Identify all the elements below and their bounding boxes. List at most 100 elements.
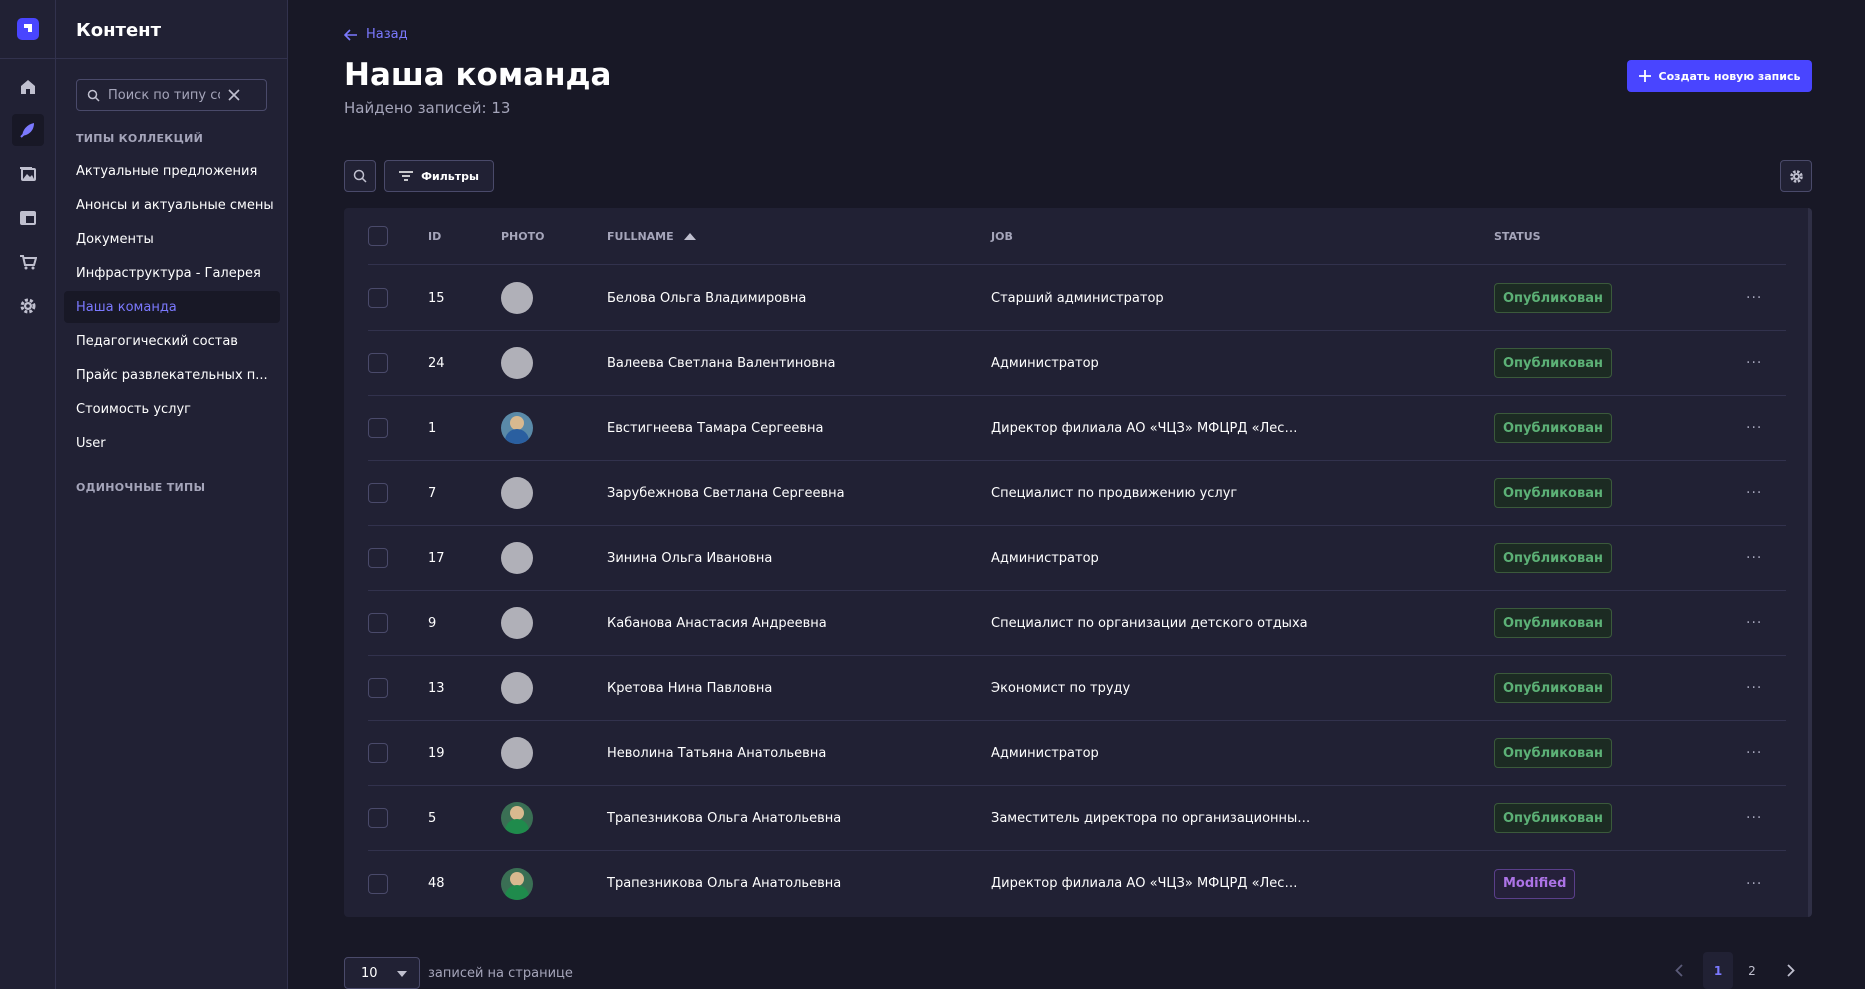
content-type-builder-nav-button[interactable]	[12, 202, 44, 234]
column-header-id[interactable]: ID	[428, 208, 441, 264]
avatar	[501, 282, 533, 314]
sidebar-item-user[interactable]: User	[64, 427, 280, 459]
sidebar-item-service-cost[interactable]: Стоимость услуг	[64, 393, 280, 425]
status-badge: Modified	[1494, 868, 1576, 899]
page-title: Наша команда	[344, 57, 612, 93]
table-row[interactable]: 5 Трапезникова Ольга Анатольевна Заместите…	[368, 786, 1786, 851]
sidebar-item-teachers[interactable]: Педагогический состав	[64, 325, 280, 357]
row-select-cell	[368, 396, 388, 460]
create-entry-button[interactable]: Создать новую запись	[1627, 60, 1812, 92]
row-photo-cell	[501, 266, 533, 330]
sidebar-item-gallery[interactable]: Инфраструктура - Галерея	[64, 257, 280, 289]
row-photo-cell	[501, 331, 533, 395]
row-actions-button[interactable]: ···	[1746, 266, 1762, 330]
row-select-cell	[368, 656, 388, 720]
sidebar-item-announcements[interactable]: Анонсы и актуальные смены	[64, 189, 280, 221]
content-manager-nav-button[interactable]	[12, 114, 44, 146]
row-fullname: Кабанова Анастасия Андреевна	[607, 615, 827, 631]
back-link[interactable]: Назад	[344, 27, 408, 42]
row-status-cell: Опубликован	[1494, 591, 1612, 655]
table-row[interactable]: 15 Белова Ольга Владимировна Старший админ…	[368, 266, 1786, 331]
home-nav-button[interactable]	[12, 71, 44, 103]
table-row[interactable]: 1 Евстигнеева Тамара Сергеевна Директор фи…	[368, 396, 1786, 461]
row-photo-cell	[501, 786, 533, 850]
row-actions-button[interactable]: ···	[1746, 656, 1762, 720]
page-size-label: записей на странице	[428, 966, 573, 981]
page-size-select[interactable]: 10	[344, 957, 420, 989]
row-fullname: Трапезникова Ольга Анатольевна	[607, 810, 842, 826]
page-1-button[interactable]: 1	[1703, 952, 1733, 989]
page-2-button[interactable]: 2	[1737, 952, 1767, 989]
table-settings-button[interactable]	[1780, 160, 1812, 192]
plus-icon	[1638, 70, 1651, 82]
table-row[interactable]: 24 Валеева Светлана Валентиновна Администр…	[368, 331, 1786, 396]
search-icon	[353, 169, 367, 183]
sidebar-item-price-list[interactable]: Прайс развлекательных п...	[64, 359, 280, 391]
row-job: Старший администратор	[991, 290, 1164, 306]
row-id: 48	[428, 876, 445, 891]
chevron-left-icon	[1675, 964, 1683, 977]
table-row[interactable]: 48 Трапезникова Ольга Анатольевна Директор…	[368, 851, 1786, 916]
row-checkbox[interactable]	[368, 548, 388, 568]
row-fullname: Кретова Нина Павловна	[607, 680, 773, 696]
row-job: Специалист по организации детского отдых…	[991, 615, 1308, 631]
row-checkbox[interactable]	[368, 808, 388, 828]
column-header-job[interactable]: JOB	[991, 208, 1013, 264]
column-header-status[interactable]: STATUS	[1494, 208, 1541, 264]
sidebar-item-team[interactable]: Наша команда	[64, 291, 280, 323]
table-row[interactable]: 9 Кабанова Анастасия Андреевна Специалист …	[368, 591, 1786, 656]
row-checkbox[interactable]	[368, 418, 388, 438]
row-checkbox[interactable]	[368, 353, 388, 373]
row-actions-button[interactable]: ···	[1746, 461, 1762, 525]
row-checkbox[interactable]	[368, 613, 388, 633]
filters-button[interactable]: Фильтры	[384, 160, 494, 192]
column-header-fullname-label: FULLNAME	[607, 229, 674, 243]
row-status-cell: Опубликован	[1494, 526, 1612, 590]
row-actions-button[interactable]: ···	[1746, 331, 1762, 395]
row-select-cell	[368, 526, 388, 590]
row-checkbox[interactable]	[368, 678, 388, 698]
row-photo-cell	[501, 526, 533, 590]
table-row[interactable]: 19 Неволина Татьяна Анатольевна Администра…	[368, 721, 1786, 786]
row-status-cell: Опубликован	[1494, 461, 1612, 525]
row-id: 17	[428, 550, 445, 566]
row-fullname: Евстигнеева Тамара Сергеевна	[607, 420, 824, 436]
next-page-button[interactable]	[1776, 952, 1806, 989]
clear-search-icon[interactable]	[228, 89, 240, 101]
sidebar-item-documents[interactable]: Документы	[64, 223, 280, 255]
previous-page-button[interactable]	[1664, 952, 1694, 989]
row-actions-button[interactable]: ···	[1746, 396, 1762, 460]
row-checkbox[interactable]	[368, 743, 388, 763]
app-logo-icon[interactable]	[17, 18, 39, 40]
status-badge: Опубликован	[1494, 543, 1612, 573]
column-header-fullname[interactable]: FULLNAME	[607, 208, 696, 264]
entries-count: Найдено записей: 13	[344, 99, 511, 117]
row-actions-button[interactable]: ···	[1746, 786, 1762, 850]
row-status-cell: Опубликован	[1494, 331, 1612, 395]
row-checkbox[interactable]	[368, 873, 388, 894]
single-types-label: ОДИНОЧНЫЕ ТИПЫ	[76, 481, 206, 494]
status-badge: Опубликован	[1494, 478, 1612, 508]
table-row[interactable]: 13 Кретова Нина Павловна Экономист по труд…	[368, 656, 1786, 721]
row-actions-button[interactable]: ···	[1746, 721, 1762, 785]
row-actions-button[interactable]: ···	[1746, 526, 1762, 590]
row-checkbox[interactable]	[368, 288, 388, 308]
avatar	[501, 412, 533, 444]
media-library-nav-button[interactable]	[12, 158, 44, 190]
row-actions-button[interactable]: ···	[1746, 851, 1762, 916]
row-actions-button[interactable]: ···	[1746, 591, 1762, 655]
row-photo-cell	[501, 396, 533, 460]
sidebar-search-placeholder: Поиск по типу содержимого	[108, 87, 220, 103]
row-checkbox[interactable]	[368, 483, 388, 503]
sidebar-search-input[interactable]: Поиск по типу содержимого	[76, 79, 267, 111]
marketplace-nav-button[interactable]	[12, 246, 44, 278]
table-row[interactable]: 7 Зарубежнова Светлана Сергеевна Специалис…	[368, 461, 1786, 526]
select-all-checkbox[interactable]	[368, 226, 388, 246]
row-status-cell: Modified	[1494, 851, 1576, 916]
table-row[interactable]: 17 Зинина Ольга Ивановна Администратор Опуб…	[368, 526, 1786, 591]
settings-nav-button[interactable]	[12, 290, 44, 322]
sidebar-item-offers[interactable]: Актуальные предложения	[64, 155, 280, 187]
table-search-button[interactable]	[344, 160, 376, 192]
avatar	[501, 477, 533, 509]
filters-label: Фильтры	[421, 169, 479, 183]
